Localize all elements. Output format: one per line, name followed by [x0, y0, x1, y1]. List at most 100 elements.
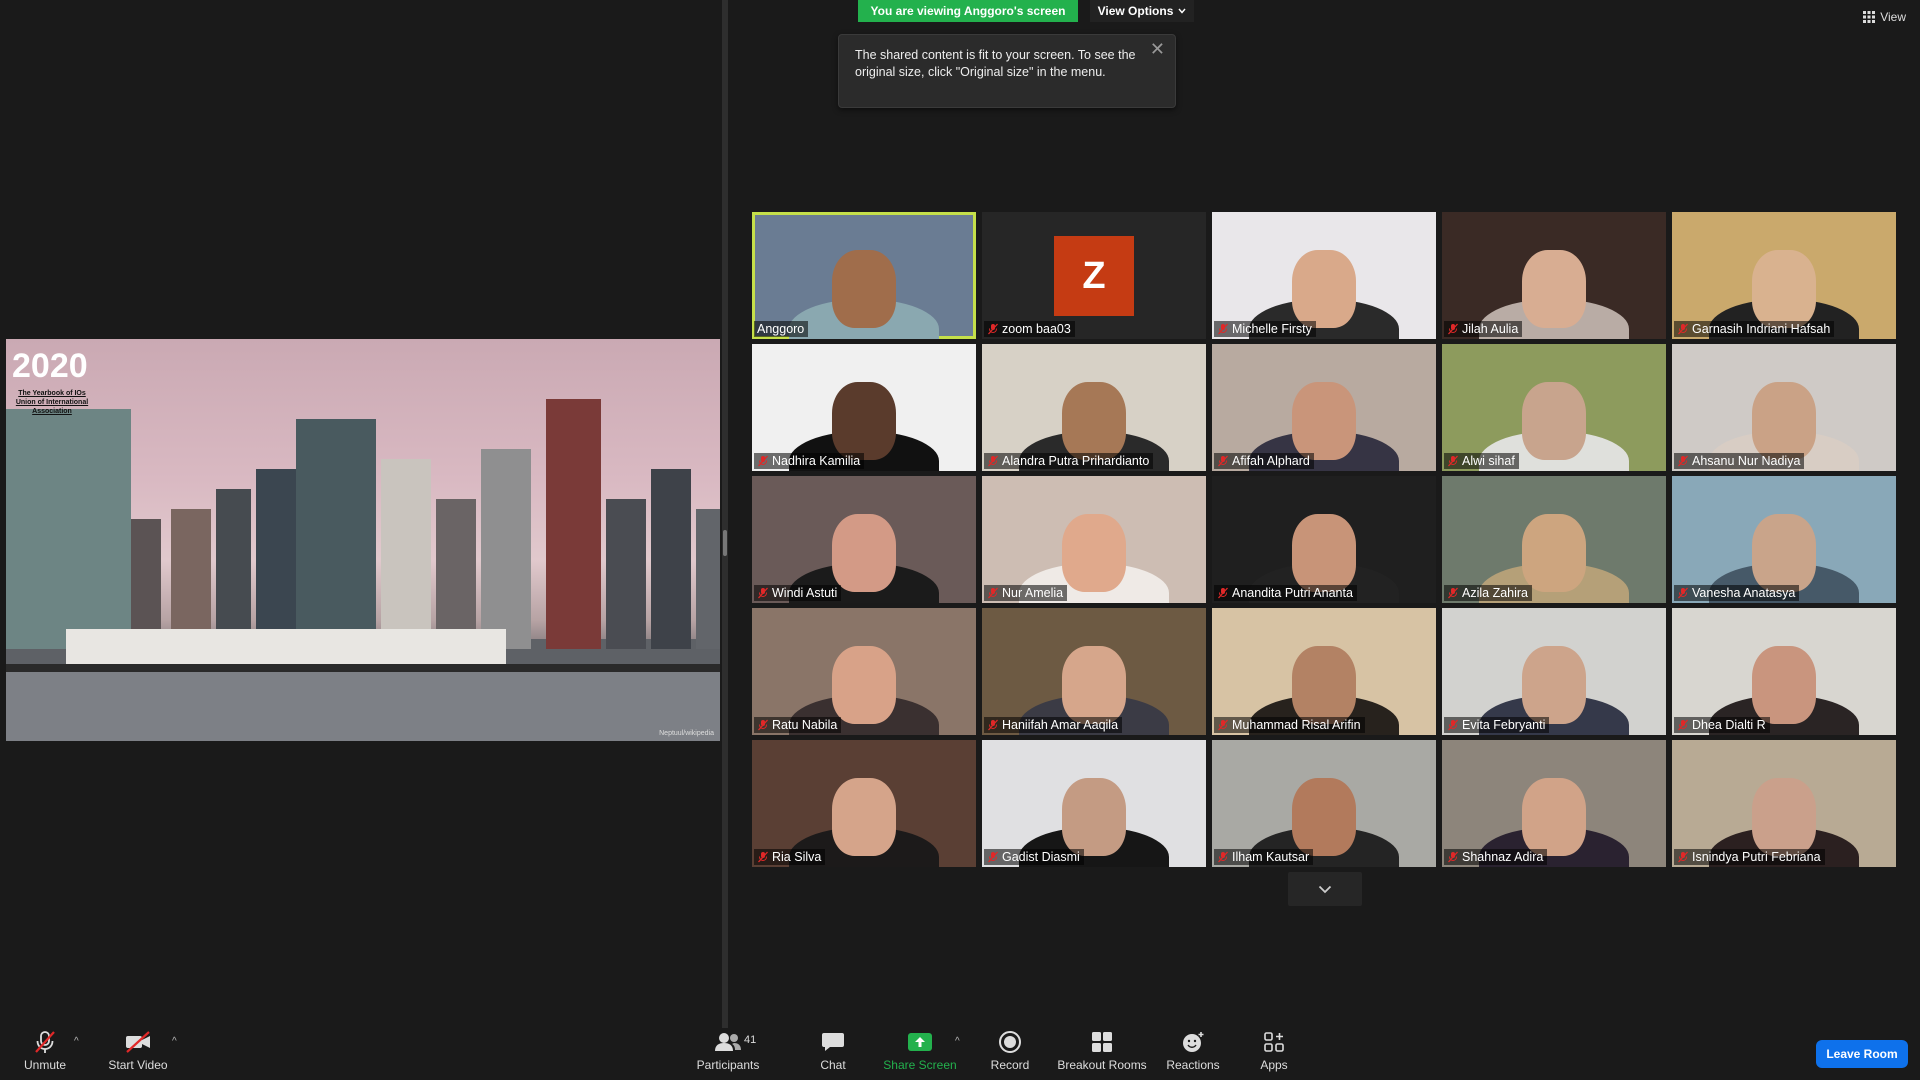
participant-name-tag: Ahsanu Nur Nadiya — [1674, 453, 1805, 469]
participant-video-face — [1522, 646, 1586, 725]
participant-tile[interactable]: Isnindya Putri Febriana — [1672, 740, 1896, 867]
view-options-button[interactable]: View Options — [1090, 0, 1194, 22]
muted-microphone-icon — [758, 719, 768, 731]
participant-count: 41 — [744, 1034, 757, 1046]
participant-name-tag: Nur Amelia — [984, 585, 1068, 601]
participant-video-face — [1752, 250, 1816, 329]
record-icon — [999, 1031, 1021, 1053]
reactions-button[interactable]: Reactions — [1164, 1028, 1222, 1080]
share-screen-button[interactable]: Share Screen — [882, 1028, 958, 1080]
slide-credit: Neptuul/wikipedia — [659, 730, 714, 737]
view-options-label: View Options — [1097, 4, 1174, 18]
participant-tile[interactable]: Shahnaz Adira — [1442, 740, 1666, 867]
audio-options-caret[interactable]: ^ — [74, 1036, 79, 1047]
apps-label: Apps — [1260, 1058, 1288, 1072]
participant-tile[interactable]: Garnasih Indriani Hafsah — [1672, 212, 1896, 339]
video-options-caret[interactable]: ^ — [172, 1036, 177, 1047]
pane-splitter[interactable] — [722, 0, 728, 1028]
close-icon[interactable]: ✕ — [1150, 40, 1165, 58]
participant-name: Muhammad Risal Arifin — [1232, 718, 1361, 732]
view-button[interactable]: View — [1863, 10, 1906, 24]
participant-name: Nadhira Kamilia — [772, 454, 861, 468]
participant-name: Ratu Nabila — [772, 718, 838, 732]
participant-tile[interactable]: Evita Febryanti — [1442, 608, 1666, 735]
participant-tile[interactable]: Vanesha Anatasya — [1672, 476, 1896, 603]
participant-video-face — [1752, 514, 1816, 593]
participant-tile[interactable]: Jilah Aulia — [1442, 212, 1666, 339]
participant-name: Anggoro — [757, 322, 805, 336]
participant-name: Michelle Firsty — [1232, 322, 1312, 336]
participant-tile[interactable]: Ria Silva — [752, 740, 976, 867]
record-label: Record — [990, 1058, 1030, 1072]
participant-tile[interactable]: Alwi sihaf — [1442, 344, 1666, 471]
muted-microphone-icon — [1448, 719, 1458, 731]
participant-tile[interactable]: Haniifah Amar Aaqila — [982, 608, 1206, 735]
participant-tile[interactable]: Alandra Putra Prihardianto — [982, 344, 1206, 471]
participant-tile[interactable]: Ilham Kautsar — [1212, 740, 1436, 867]
participant-tile[interactable]: Nadhira Kamilia — [752, 344, 976, 471]
participant-name-tag: Haniifah Amar Aaqila — [984, 717, 1123, 733]
chevron-down-icon — [1318, 885, 1332, 893]
chat-button[interactable]: Chat — [812, 1028, 854, 1080]
participant-tile[interactable]: Windi Astuti — [752, 476, 976, 603]
record-button[interactable]: Record — [988, 1028, 1032, 1080]
participant-name-tag: Nadhira Kamilia — [754, 453, 865, 469]
participant-video-face — [1522, 250, 1586, 329]
breakout-rooms-button[interactable]: Breakout Rooms — [1056, 1028, 1148, 1080]
participant-name: Windi Astuti — [772, 586, 838, 600]
participant-video-face — [1752, 646, 1816, 725]
shared-slide: 2020 The Yearbook of IOs Union of Intern… — [6, 339, 720, 741]
muted-microphone-icon — [1678, 455, 1688, 467]
muted-microphone-icon — [988, 587, 998, 599]
muted-microphone-icon — [1678, 851, 1688, 863]
participant-name-tag: Alandra Putra Prihardianto — [984, 453, 1154, 469]
participant-name: zoom baa03 — [1002, 322, 1071, 336]
apps-button[interactable]: Apps — [1256, 1028, 1292, 1080]
participant-video-face — [1292, 646, 1356, 725]
gallery-next-page-button[interactable] — [1288, 872, 1362, 906]
muted-microphone-icon — [1448, 323, 1458, 335]
participant-name: Alandra Putra Prihardianto — [1002, 454, 1150, 468]
participant-tile[interactable]: Ratu Nabila — [752, 608, 976, 735]
city-skyline-image — [6, 399, 720, 741]
participant-tile[interactable]: Anggoro — [752, 212, 976, 339]
participant-video-face — [1752, 382, 1816, 461]
participant-tile[interactable]: Gadist Diasmi — [982, 740, 1206, 867]
participant-video-face — [1062, 778, 1126, 857]
chat-icon — [822, 1033, 844, 1051]
participant-name-tag: Jilah Aulia — [1444, 321, 1523, 337]
participant-tile[interactable]: Michelle Firsty — [1212, 212, 1436, 339]
muted-microphone-icon — [1218, 719, 1228, 731]
leave-room-button[interactable]: Leave Room — [1816, 1040, 1908, 1068]
participant-video-face — [1292, 514, 1356, 593]
participant-tile[interactable]: Ahsanu Nur Nadiya — [1672, 344, 1896, 471]
participant-name-tag: Anandita Putri Ananta — [1214, 585, 1357, 601]
splitter-handle[interactable] — [723, 530, 727, 556]
participant-tile[interactable]: Dhea Dialti R — [1672, 608, 1896, 735]
participant-name: Nur Amelia — [1002, 586, 1064, 600]
participant-name-tag: Muhammad Risal Arifin — [1214, 717, 1365, 733]
participant-tile[interactable]: Anandita Putri Ananta — [1212, 476, 1436, 603]
participant-name-tag: Afifah Alphard — [1214, 453, 1314, 469]
share-options-caret[interactable]: ^ — [955, 1036, 960, 1047]
muted-microphone-icon — [1218, 851, 1228, 863]
participant-name: Jilah Aulia — [1462, 322, 1519, 336]
participant-video-face — [1062, 382, 1126, 461]
apps-icon — [1264, 1032, 1284, 1052]
unmute-button[interactable]: Unmute — [14, 1028, 76, 1080]
slide-subtitle: The Yearbook of IOs Union of Internation… — [15, 390, 89, 415]
muted-microphone-icon — [1678, 323, 1688, 335]
participant-name: Shahnaz Adira — [1462, 850, 1544, 864]
unmute-label: Unmute — [23, 1058, 67, 1072]
grid-view-icon — [1863, 11, 1876, 23]
participant-tile[interactable]: Muhammad Risal Arifin — [1212, 608, 1436, 735]
participant-tile[interactable]: Zzoom baa03 — [982, 212, 1206, 339]
start-video-button[interactable]: Start Video — [104, 1028, 172, 1080]
muted-microphone-icon — [1678, 587, 1688, 599]
chat-label: Chat — [820, 1058, 846, 1072]
participant-tile[interactable]: Nur Amelia — [982, 476, 1206, 603]
participants-icon — [715, 1033, 741, 1051]
video-off-icon — [126, 1031, 150, 1053]
participant-tile[interactable]: Afifah Alphard — [1212, 344, 1436, 471]
participant-tile[interactable]: Azila Zahira — [1442, 476, 1666, 603]
